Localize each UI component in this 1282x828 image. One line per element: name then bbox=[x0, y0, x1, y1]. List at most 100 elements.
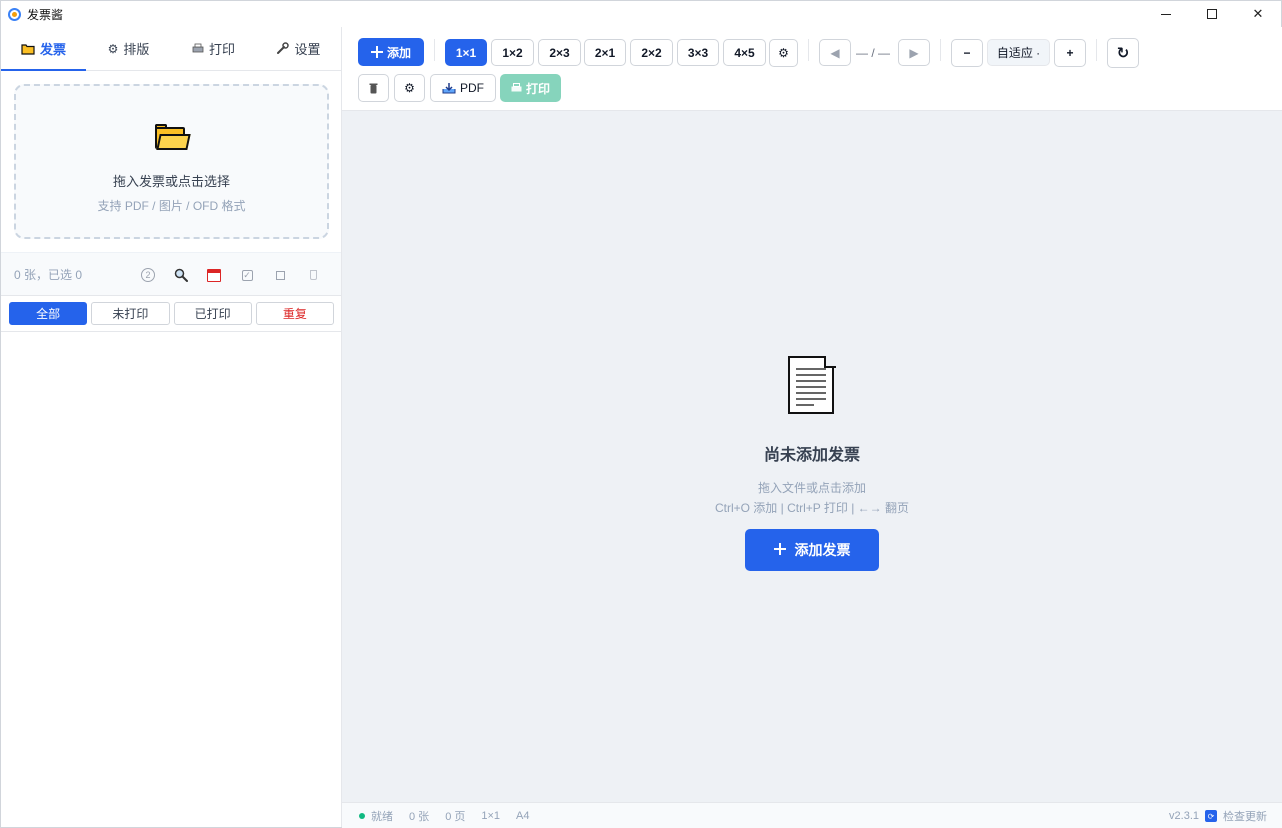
zoom-in-button[interactable]: + bbox=[1054, 39, 1086, 67]
tab-settings-label: 设置 bbox=[294, 42, 321, 57]
refresh-button[interactable]: ↻ bbox=[1107, 38, 1139, 68]
status-right: v2.3.1 ⟳ 检查更新 bbox=[1169, 803, 1267, 828]
filter-all[interactable]: 全部 bbox=[9, 302, 88, 325]
next-page-button[interactable]: ▶ bbox=[898, 39, 930, 66]
toolbar: 添加 1×1 1×2 2×3 2×1 2×2 3×3 4×5 ⚙ ◀ — / —… bbox=[342, 27, 1282, 111]
tab-invoices-label: 发票 bbox=[39, 42, 66, 57]
page-count: 0 页 bbox=[445, 810, 466, 823]
dropzone-subtitle: 支持 PDF / 图片 / OFD 格式 bbox=[97, 199, 246, 213]
add-button[interactable]: 添加 bbox=[358, 38, 424, 66]
filter-duplicate[interactable]: 重复 bbox=[255, 302, 334, 325]
zoom-out-button[interactable]: − bbox=[951, 39, 983, 67]
checkbox-checked-icon: ✓ bbox=[241, 269, 253, 281]
keyboard-shortcuts-hint: Ctrl+O 添加 | Ctrl+P 打印 | ←→ 翻页 bbox=[714, 501, 910, 515]
calendar-icon bbox=[207, 268, 221, 282]
wrench-icon bbox=[277, 42, 290, 54]
print-button-label: 打印 bbox=[525, 81, 550, 96]
version-label: v2.3.1 bbox=[1169, 810, 1199, 822]
export-pdf-button[interactable]: PDF bbox=[430, 74, 496, 102]
printer-icon bbox=[192, 43, 204, 53]
preview-canvas[interactable]: 尚未添加发票 拖入文件或点击添加 Ctrl+O 添加 | Ctrl+P 打印 |… bbox=[342, 111, 1282, 802]
download-tray-icon bbox=[442, 83, 456, 94]
layout-2x2-button[interactable]: 2×2 bbox=[630, 39, 673, 66]
maximize-button[interactable] bbox=[1189, 1, 1235, 27]
layout-settings-button[interactable]: ⚙ bbox=[769, 39, 798, 67]
refresh-icon: ↻ bbox=[1116, 45, 1130, 62]
empty-state-hint: 拖入文件或点击添加 bbox=[757, 481, 866, 495]
deselect-button[interactable] bbox=[270, 265, 290, 285]
divider bbox=[1, 331, 341, 332]
app-logo-icon bbox=[8, 7, 21, 21]
filter-unprinted[interactable]: 未打印 bbox=[91, 302, 170, 325]
divider bbox=[434, 39, 435, 61]
zoom-select[interactable]: 自适应 · bbox=[987, 39, 1050, 66]
export-pdf-label: PDF bbox=[460, 81, 484, 95]
help-icon: 2 bbox=[141, 268, 155, 282]
divider bbox=[808, 39, 809, 61]
tab-print-label: 打印 bbox=[208, 42, 235, 57]
close-button[interactable]: ✕ bbox=[1235, 1, 1281, 27]
maximize-icon bbox=[1207, 9, 1217, 19]
check-update-link[interactable]: 检查更新 bbox=[1223, 808, 1267, 824]
minimize-button[interactable] bbox=[1143, 1, 1189, 27]
zoom-value: 自适应 · bbox=[996, 46, 1041, 60]
next-arrow-icon: ▶ bbox=[909, 45, 919, 60]
layout-1x1-button[interactable]: 1×1 bbox=[445, 39, 487, 66]
help-button[interactable]: 2 bbox=[138, 265, 158, 285]
folder-icon bbox=[21, 43, 35, 55]
layout-2x1-button[interactable]: 2×1 bbox=[584, 39, 626, 66]
add-invoice-button[interactable]: 添加发票 bbox=[745, 529, 879, 571]
plus-icon bbox=[370, 46, 383, 58]
divider bbox=[1096, 39, 1097, 61]
plus-icon: + bbox=[1066, 46, 1074, 60]
layout-3x3-button[interactable]: 3×3 bbox=[677, 39, 719, 66]
search-icon bbox=[174, 268, 188, 282]
print-button[interactable]: 打印 bbox=[500, 74, 561, 102]
checkbox-empty-icon bbox=[275, 270, 285, 280]
tab-invoices[interactable]: 发票 bbox=[1, 27, 86, 71]
layout-2x3-button[interactable]: 2×3 bbox=[538, 39, 581, 66]
open-folder-icon bbox=[155, 124, 191, 150]
title-bar: 发票酱 ✕ bbox=[1, 1, 1281, 27]
window-title: 发票酱 bbox=[27, 7, 64, 22]
layout-4x5-button[interactable]: 4×5 bbox=[723, 39, 766, 66]
status-text: 就绪 bbox=[371, 810, 393, 823]
delete-selected-button[interactable] bbox=[303, 265, 323, 285]
page-indicator: — / — bbox=[856, 45, 891, 60]
search-button[interactable] bbox=[171, 265, 191, 285]
dropzone-title: 拖入发票或点击选择 bbox=[112, 174, 230, 189]
gear-icon: ⚙ bbox=[778, 46, 789, 60]
list-tools: 2 ✓ bbox=[138, 253, 323, 297]
sidebar: 发票 ⚙ 排版 打印 设置 拖入发票或点击选择 支持 PDF / 图片 / OF… bbox=[1, 27, 342, 827]
invoice-count: 0 张 bbox=[409, 810, 430, 823]
minimize-icon bbox=[1161, 13, 1171, 15]
tab-layout-label: 排版 bbox=[123, 42, 150, 57]
tab-print[interactable]: 打印 bbox=[171, 27, 256, 70]
paper-size: A4 bbox=[516, 809, 530, 822]
add-button-label: 添加 bbox=[386, 45, 411, 60]
current-layout: 1×1 bbox=[481, 809, 501, 822]
date-filter-button[interactable] bbox=[204, 265, 224, 285]
layout-1x2-button[interactable]: 1×2 bbox=[491, 39, 534, 66]
invoice-dropzone[interactable]: 拖入发票或点击选择 支持 PDF / 图片 / OFD 格式 bbox=[14, 84, 329, 239]
tab-settings[interactable]: 设置 bbox=[256, 27, 341, 70]
select-all-button[interactable]: ✓ bbox=[237, 265, 257, 285]
clear-button[interactable] bbox=[358, 74, 389, 102]
close-icon: ✕ bbox=[1252, 6, 1264, 21]
divider bbox=[940, 39, 941, 61]
gear-icon: ⚙ bbox=[404, 81, 415, 95]
filter-printed[interactable]: 已打印 bbox=[173, 302, 252, 325]
add-invoice-label: 添加发票 bbox=[794, 542, 851, 558]
prev-page-button[interactable]: ◀ bbox=[819, 39, 851, 66]
tab-layout[interactable]: ⚙ 排版 bbox=[86, 27, 171, 70]
settings-button[interactable]: ⚙ bbox=[394, 74, 425, 102]
prev-arrow-icon: ◀ bbox=[830, 45, 840, 60]
update-icon: ⟳ bbox=[1205, 810, 1217, 822]
main-area: 添加 1×1 1×2 2×3 2×1 2×2 3×3 4×5 ⚙ ◀ — / —… bbox=[342, 27, 1282, 828]
document-icon bbox=[788, 356, 836, 416]
print-status-filter: 全部 未打印 已打印 重复 bbox=[9, 302, 334, 326]
selection-count: 0 张，已选 0 bbox=[14, 267, 83, 282]
selection-stats-bar: 0 张，已选 0 2 ✓ bbox=[1, 252, 341, 296]
window-controls: ✕ bbox=[1143, 1, 1281, 27]
app-window: 发票酱 ✕ 发票 ⚙ 排版 打印 设置 拖入发票或点击选择 支持 PDF / 图… bbox=[0, 0, 1282, 828]
